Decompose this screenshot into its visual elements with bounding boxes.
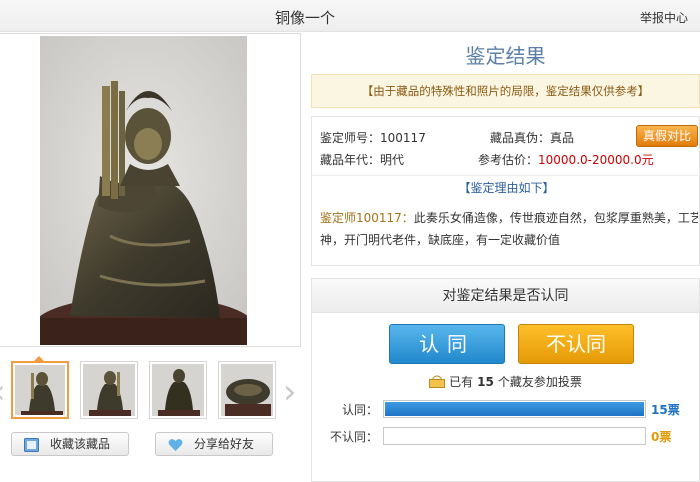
disagree-result-count: 0票 xyxy=(651,430,672,444)
appraisal-info-panel: 鉴定师号：100117 藏品真伪：真品 真假对比 藏品年代：明代 参考估价：10… xyxy=(311,116,700,266)
disagree-button[interactable]: 不认同 xyxy=(518,324,634,364)
vote-count-prefix: 已有 xyxy=(449,375,474,389)
disclaimer-notice: 【由于藏品的特殊性和照片的局限，鉴定结果仅供参考】 xyxy=(311,74,700,108)
agree-progress-fill xyxy=(385,402,644,416)
disagree-progress-bar xyxy=(383,427,646,445)
disagree-result-row: 不认同： 0票 xyxy=(312,427,699,445)
agree-result-count: 15票 xyxy=(651,403,680,417)
reason-heading: 【鉴定理由如下】 xyxy=(458,181,555,195)
bronze-figure-image xyxy=(40,36,247,345)
result-title: 鉴定结果 xyxy=(465,44,546,68)
reason-line-1: 此奏乐女俑造像，传世痕迹自然，包浆厚重熟美，工艺传 xyxy=(413,211,698,225)
top-bar: 铜像一个 举报中心 xyxy=(0,0,700,32)
heart-icon xyxy=(168,437,183,451)
vote-count-suffix: 个藏友参加投票 xyxy=(497,375,582,389)
thumbnail-1[interactable] xyxy=(11,361,69,419)
vote-panel: 对鉴定结果是否认同 认同 不认同 已有 15 个藏友参加投票 认同： 15票 不认同… xyxy=(311,278,700,482)
authenticity-label: 藏品真伪： xyxy=(490,131,551,145)
estimate-value: 10000.0-20000.0元 xyxy=(538,153,654,167)
compare-button[interactable]: 真假对比 xyxy=(636,125,698,147)
reason-author: 鉴定师100117： xyxy=(320,211,414,225)
thumbnail-strip: ‹ › xyxy=(0,356,310,422)
appraiser-id-value: 100117 xyxy=(380,131,426,145)
main-photo-frame xyxy=(0,33,301,347)
era-label: 藏品年代： xyxy=(320,153,381,167)
vote-heading: 对鉴定结果是否认同 xyxy=(312,279,699,313)
estimate-label: 参考估价： xyxy=(478,153,539,167)
era-row: 藏品年代：明代 xyxy=(320,151,404,168)
main-photo[interactable] xyxy=(40,36,247,345)
collect-label: 收藏该藏品 xyxy=(50,437,111,451)
agree-button[interactable]: 认同 xyxy=(389,324,505,364)
thumbnail-3[interactable] xyxy=(149,361,207,419)
reason-line-2: 神，开门明代老件，缺底座，有一定收藏价值 xyxy=(320,233,561,247)
page-title: 铜像一个 xyxy=(274,9,335,27)
disagree-result-label: 不认同： xyxy=(329,430,378,444)
agree-progress-bar xyxy=(383,400,646,418)
report-center-link[interactable]: 举报中心 xyxy=(640,9,688,26)
lock-icon xyxy=(429,375,446,388)
authenticity-row: 藏品真伪：真品 xyxy=(490,129,574,146)
collect-button[interactable]: 收藏该藏品 xyxy=(11,432,129,456)
vote-count: 15 xyxy=(477,375,494,389)
agree-result-label: 认同： xyxy=(341,403,378,417)
reason-text: 鉴定师100117：此奏乐女俑造像，传世痕迹自然，包浆厚重熟美，工艺传 神，开门… xyxy=(320,207,698,251)
thumbnail-2[interactable] xyxy=(80,361,138,419)
agree-result-row: 认同： 15票 xyxy=(312,400,699,418)
share-button[interactable]: 分享给好友 xyxy=(155,432,273,456)
chevron-left-icon[interactable]: ‹ xyxy=(0,375,6,409)
vote-count-line: 已有 15 个藏友参加投票 xyxy=(312,373,699,390)
thumbnail-4[interactable] xyxy=(218,361,276,419)
chevron-right-icon[interactable]: › xyxy=(283,375,297,409)
estimate-row: 参考估价：10000.0-20000.0元 xyxy=(478,151,654,168)
share-label: 分享给好友 xyxy=(194,437,255,451)
collect-icon xyxy=(24,437,39,452)
appraiser-id-row: 鉴定师号：100117 xyxy=(320,129,426,146)
divider xyxy=(312,175,700,176)
era-value: 明代 xyxy=(380,153,405,167)
authenticity-value: 真品 xyxy=(550,131,575,145)
appraiser-id-label: 鉴定师号： xyxy=(320,131,381,145)
